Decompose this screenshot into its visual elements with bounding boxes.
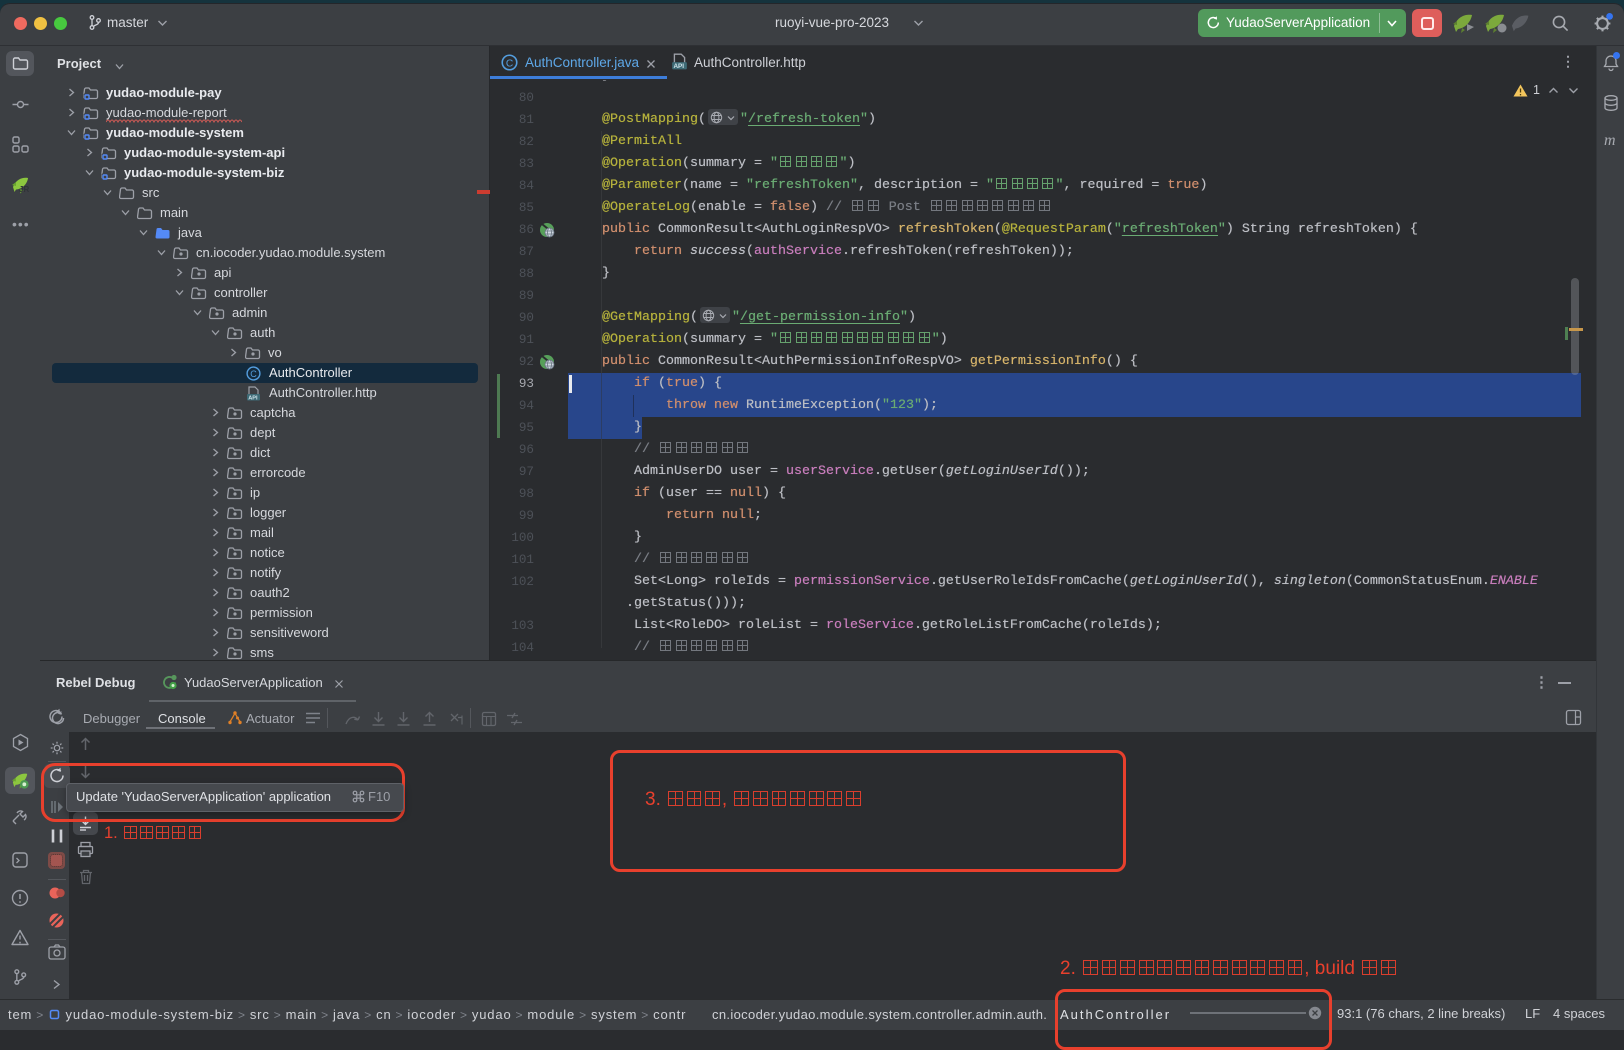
svg-text:API: API <box>248 395 258 401</box>
svg-text:C: C <box>250 369 257 379</box>
svg-text:C: C <box>506 58 513 69</box>
svg-text:API: API <box>673 63 684 70</box>
svg-text:JR: JR <box>19 185 29 194</box>
